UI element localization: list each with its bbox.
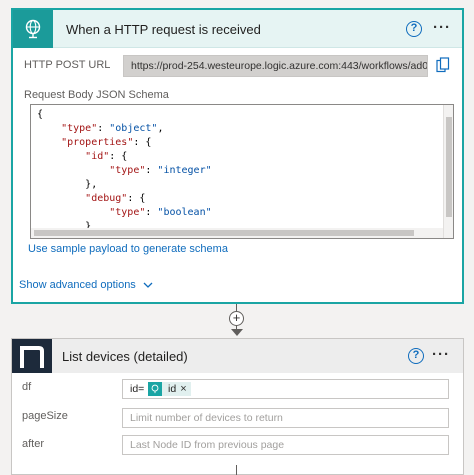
df-label: df bbox=[22, 381, 32, 393]
df-prefix: id= bbox=[130, 383, 145, 395]
code-line: "type": "object", bbox=[61, 123, 164, 134]
help-icon[interactable]: ? bbox=[408, 348, 424, 364]
code-line: { bbox=[37, 109, 44, 120]
action-header[interactable]: List devices (detailed) ? ··· bbox=[12, 339, 463, 373]
horizontal-scrollbar[interactable] bbox=[31, 228, 443, 238]
close-icon[interactable]: × bbox=[180, 383, 190, 395]
after-label: after bbox=[22, 438, 45, 450]
schema-code: { "type": "object", "properties": { "id"… bbox=[37, 108, 212, 238]
http-trigger-card: When a HTTP request is received ? ··· HT… bbox=[11, 8, 464, 304]
n-logo-icon bbox=[12, 339, 52, 373]
trigger-title: When a HTTP request is received bbox=[66, 22, 261, 37]
sample-payload-link[interactable]: Use sample payload to generate schema bbox=[28, 243, 228, 255]
url-label: HTTP POST URL bbox=[24, 59, 111, 71]
action-title: List devices (detailed) bbox=[62, 349, 188, 364]
token-label: id bbox=[168, 383, 177, 395]
more-icon[interactable]: ··· bbox=[432, 346, 450, 363]
more-icon[interactable]: ··· bbox=[433, 19, 451, 36]
code-line: "id": { bbox=[85, 151, 128, 162]
help-icon[interactable]: ? bbox=[406, 21, 422, 37]
code-line: "type": "boolean" bbox=[109, 207, 212, 218]
code-line: "properties": { bbox=[61, 137, 152, 148]
globe-icon bbox=[13, 10, 53, 48]
flow-connector-line bbox=[236, 465, 237, 475]
vertical-scrollbar[interactable] bbox=[443, 105, 453, 238]
http-post-url-field[interactable]: https://prod-254.westeurope.logic.azure.… bbox=[123, 55, 428, 77]
code-line: }, bbox=[85, 179, 98, 190]
globe-icon bbox=[148, 382, 162, 396]
advanced-options-toggle[interactable]: Show advanced options bbox=[19, 279, 153, 291]
schema-label: Request Body JSON Schema bbox=[24, 89, 169, 101]
advanced-options-label: Show advanced options bbox=[19, 279, 136, 291]
json-schema-editor[interactable]: { "type": "object", "properties": { "id"… bbox=[30, 104, 454, 239]
after-input[interactable]: Last Node ID from previous page bbox=[122, 435, 449, 455]
df-field[interactable]: id= id × bbox=[122, 379, 449, 399]
pagesize-input[interactable]: Limit number of devices to return bbox=[122, 408, 449, 428]
plus-icon[interactable]: + bbox=[229, 311, 244, 326]
pagesize-label: pageSize bbox=[22, 410, 68, 422]
copy-icon[interactable] bbox=[436, 57, 450, 73]
arrow-down-icon bbox=[231, 329, 243, 336]
code-line: "debug": { bbox=[85, 193, 146, 204]
list-devices-card: List devices (detailed) ? ··· df id= id … bbox=[11, 338, 464, 475]
chevron-down-icon bbox=[143, 282, 153, 288]
code-line: "type": "integer" bbox=[109, 165, 212, 176]
dynamic-content-token[interactable]: id × bbox=[148, 382, 191, 396]
trigger-header[interactable]: When a HTTP request is received ? ··· bbox=[13, 10, 462, 48]
